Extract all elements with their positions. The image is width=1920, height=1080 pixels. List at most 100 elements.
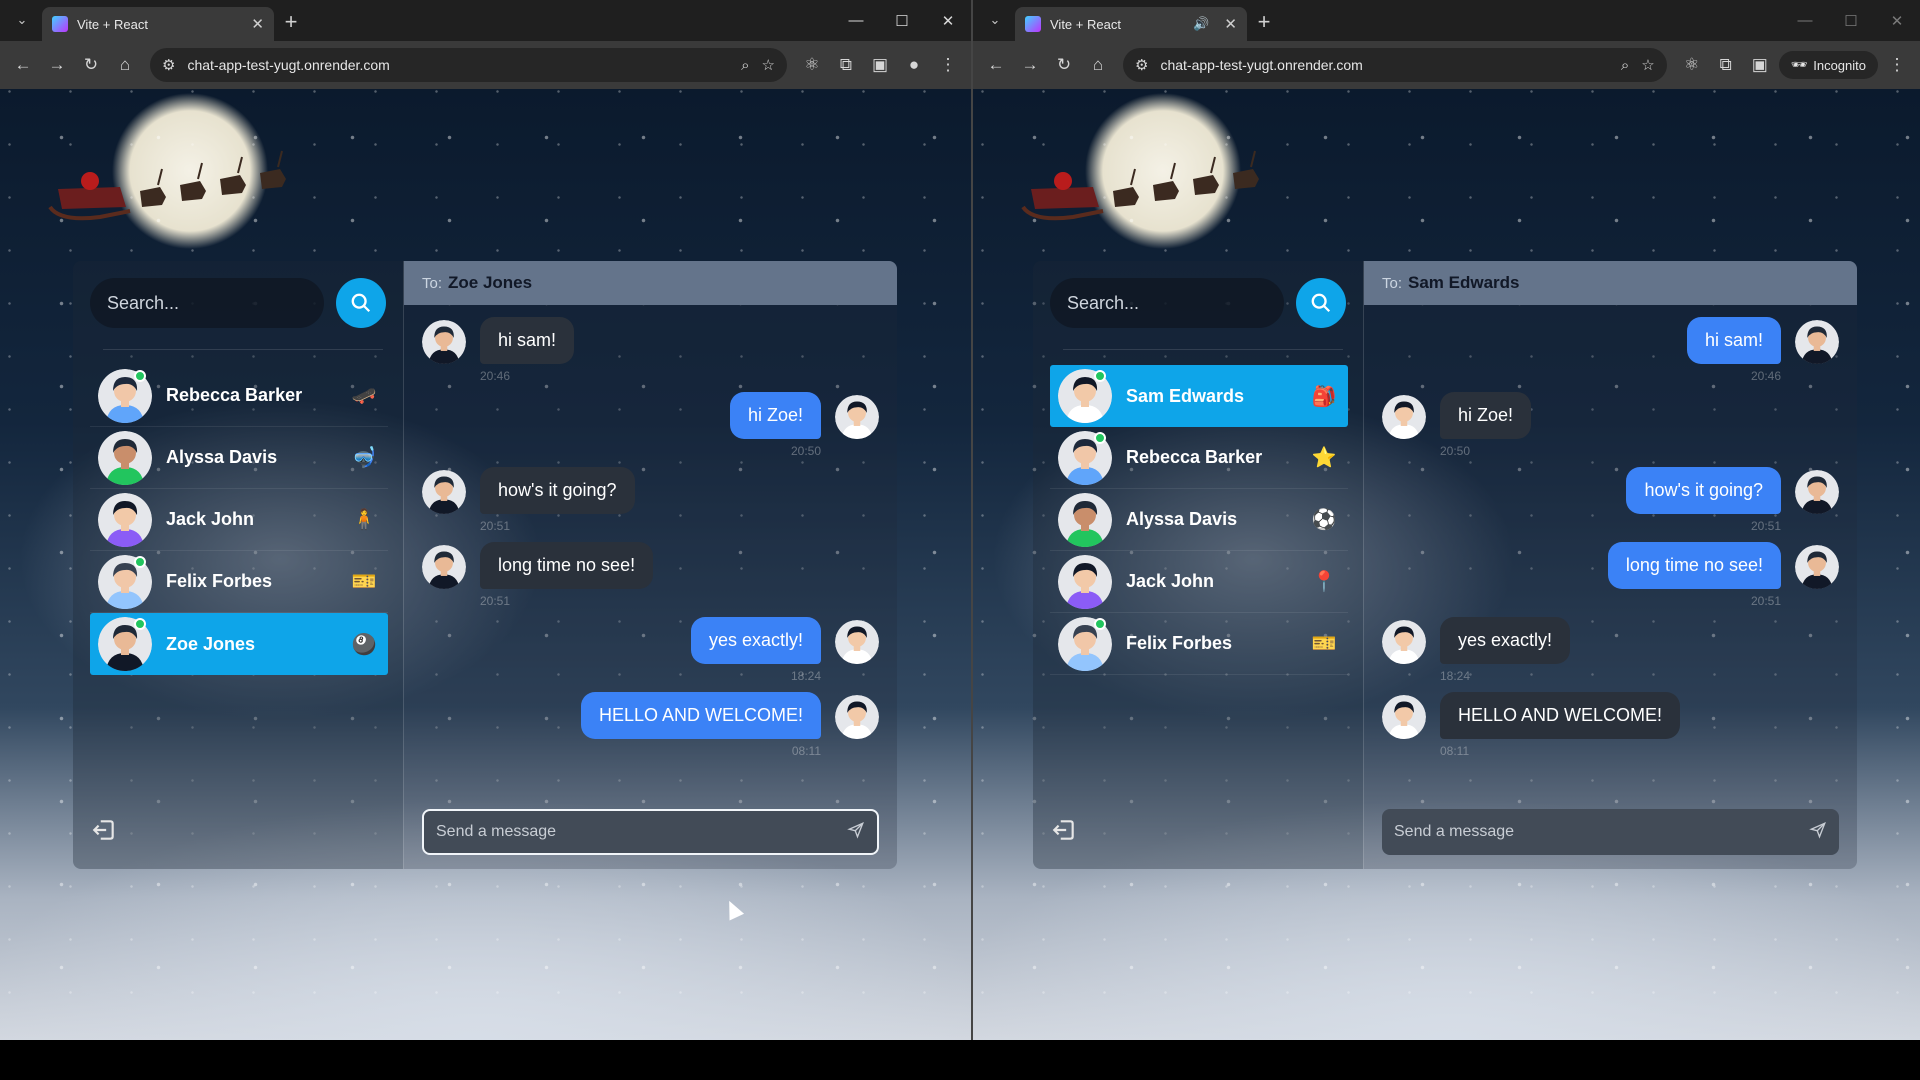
send-button[interactable] [847,821,865,844]
message-time: 08:11 [1440,744,1470,758]
zoom-icon[interactable]: ⌕ [1621,57,1629,74]
zoom-icon[interactable]: ⌕ [741,57,749,74]
new-tab-icon[interactable]: + [1247,9,1281,35]
message: HELLO AND WELCOME! 08:11 [422,692,879,767]
back-icon[interactable]: ← [981,50,1011,80]
extension-icon[interactable]: ⚛ [1677,50,1707,80]
search-button[interactable] [1296,278,1346,328]
search-icon [351,293,371,313]
contact-item[interactable]: Sam Edwards 🎒 [1050,365,1348,427]
contact-emoji-icon: ⚽ [1311,509,1337,531]
minimize-icon[interactable]: — [1782,0,1828,41]
chat-app: Search... Rebecca Barker 🛹 Alyssa Davis 🤿 … [73,261,897,869]
message: long time no see! 20:51 [1382,542,1839,617]
message-placeholder: Send a message [436,823,557,840]
tab-title: Vite + React [77,16,148,32]
contact-item[interactable]: Alyssa Davis ⚽ [1050,489,1348,551]
tab-search-chevron-icon[interactable]: ⌄ [979,5,1011,35]
menu-icon[interactable]: ⋮ [1882,50,1912,80]
tab-search-chevron-icon[interactable]: ⌄ [6,5,38,35]
send-button[interactable] [1809,821,1827,844]
contact-emoji-icon: 🧍 [351,509,377,531]
minimize-icon[interactable]: — [833,0,879,41]
page-background: Search... Sam Edwards 🎒 Rebecca Barker ⭐ A… [973,89,1920,1040]
extension-icon[interactable]: ⚛ [797,50,827,80]
message: HELLO AND WELCOME! 08:11 [1382,692,1839,767]
search-input[interactable]: Search... [90,278,324,328]
star-icon[interactable]: ☆ [762,56,775,74]
new-tab-icon[interactable]: + [274,9,308,35]
logout-button[interactable] [91,817,117,843]
message: long time no see! 20:51 [422,542,879,617]
message-avatar [1795,545,1839,589]
browser-window-right: ⌄ Vite + React 🔊 ✕ + — ☐ ✕ ← → ↻ ⌂ ⚙ chat-app-test-yu… [973,0,1920,1040]
extensions-icon[interactable]: ⧉ [831,50,861,80]
contact-name: Sam Edwards [1126,385,1245,406]
contact-emoji-icon: 🎫 [1311,633,1337,655]
menu-icon[interactable]: ⋮ [933,50,963,80]
profile-avatar-icon[interactable]: ● [899,50,929,80]
message-input[interactable]: Send a message [1382,809,1839,855]
message-input[interactable]: Send a message [422,809,879,855]
taskbar-strip [0,1040,1920,1080]
message-bubble: HELLO AND WELCOME! [580,692,821,739]
contact-emoji-icon: 🎒 [1311,385,1337,408]
reload-icon[interactable]: ↻ [1049,50,1079,80]
logout-button[interactable] [1051,817,1077,843]
back-icon[interactable]: ← [8,50,38,80]
avatar [98,492,152,547]
message-time: 18:24 [1440,669,1471,683]
contact-item[interactable]: Jack John 🧍 [90,489,388,551]
site-settings-icon[interactable]: ⚙ [1135,56,1148,74]
sidebar-icon[interactable]: ▣ [1745,50,1775,80]
contact-item[interactable]: Zoe Jones 🎱 [90,613,388,675]
to-label: To: [422,274,443,292]
home-icon[interactable]: ⌂ [110,50,140,80]
message-avatar [1382,695,1426,739]
reload-icon[interactable]: ↻ [76,50,106,80]
recipient-name: Zoe Jones [448,273,533,292]
contact-item[interactable]: Alyssa Davis 🤿 [90,427,388,489]
tab-strip: ⌄ Vite + React ✕ + [0,0,971,41]
forward-icon[interactable]: → [1015,50,1045,80]
contact-name: Alyssa Davis [166,447,278,467]
close-tab-icon[interactable]: ✕ [1224,15,1237,33]
star-icon[interactable]: ☆ [1641,56,1654,74]
extensions-icon[interactable]: ⧉ [1711,50,1741,80]
contact-item[interactable]: Rebecca Barker 🛹 [90,365,388,427]
browser-tab[interactable]: Vite + React ✕ [42,7,274,41]
message-list: hi sam! 20:46 hi Zoe! 20:50 how's it going… [1382,317,1839,767]
contact-item[interactable]: Jack John 📍 [1050,551,1348,613]
search-input[interactable]: Search... [1050,278,1284,328]
contact-name: Rebecca Barker [1126,447,1263,467]
site-settings-icon[interactable]: ⚙ [162,56,175,74]
contact-item[interactable]: Rebecca Barker ⭐ [1050,427,1348,489]
home-icon[interactable]: ⌂ [1083,50,1113,80]
message: how's it going? 20:51 [422,467,879,542]
address-bar[interactable]: ⚙ chat-app-test-yugt.onrender.com ⌕ ☆ [1123,48,1667,82]
message-avatar [1382,395,1426,439]
close-tab-icon[interactable]: ✕ [251,15,264,33]
browser-tab[interactable]: Vite + React 🔊 ✕ [1015,7,1247,41]
sidebar-icon[interactable]: ▣ [865,50,895,80]
browser-toolbar: ← → ↻ ⌂ ⚙ chat-app-test-yugt.onrender.com ⌕ ☆ ⚛ ⧉… [0,41,971,89]
forward-icon[interactable]: → [42,50,72,80]
address-bar[interactable]: ⚙ chat-app-test-yugt.onrender.com ⌕ ☆ [150,48,787,82]
online-indicator [1094,370,1106,382]
message-bubble: how's it going? [1626,467,1781,514]
search-button[interactable] [336,278,386,328]
close-window-icon[interactable]: ✕ [925,0,971,41]
contact-item[interactable]: Felix Forbes 🎫 [90,551,388,613]
speaker-icon[interactable]: 🔊 [1193,16,1209,32]
maximize-icon[interactable]: ☐ [879,0,925,41]
message: how's it going? 20:51 [1382,467,1839,542]
contact-item[interactable]: Felix Forbes 🎫 [1050,613,1348,675]
online-indicator [1094,432,1106,444]
close-window-icon[interactable]: ✕ [1874,0,1920,41]
message-bubble: hi sam! [480,317,575,364]
message-time: 18:24 [790,669,821,683]
maximize-icon[interactable]: ☐ [1828,0,1874,41]
avatar [98,430,152,485]
incognito-badge[interactable]: 🕶 Incognito [1778,51,1878,79]
message-time: 20:51 [1750,519,1781,533]
